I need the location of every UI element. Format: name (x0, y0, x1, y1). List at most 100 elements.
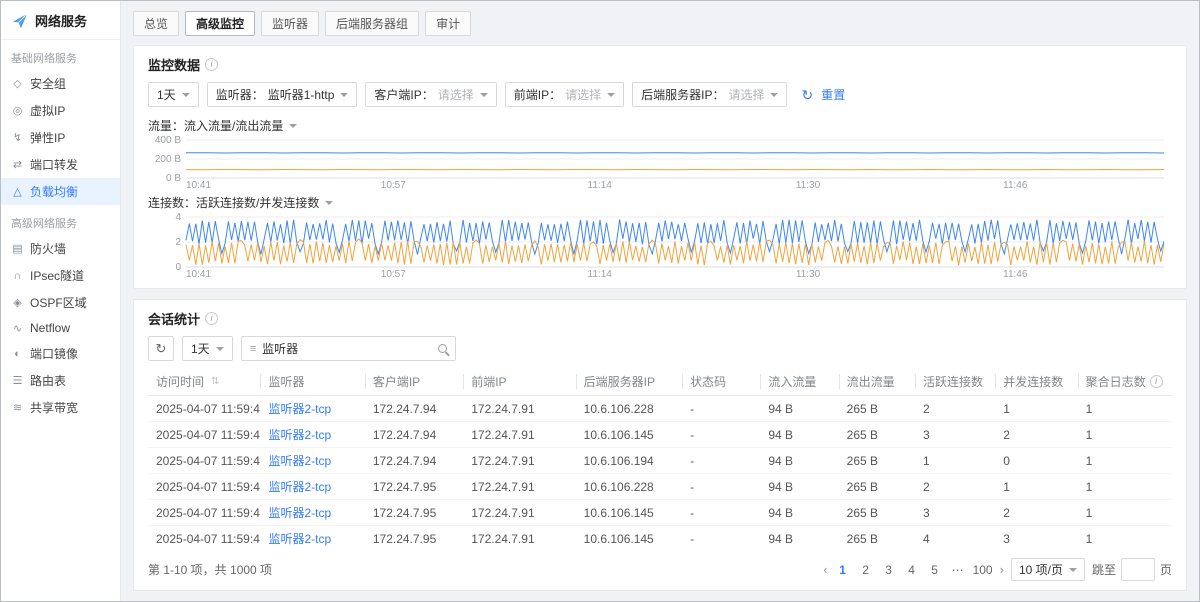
tab-overview[interactable]: 总览 (133, 11, 179, 36)
page-button-2[interactable]: 2 (858, 563, 874, 577)
connection-chart-selector[interactable]: 连接数：活跃连接数/并发连接数 (148, 194, 333, 211)
column-header-client-ip[interactable]: 客户端IP (365, 368, 463, 396)
info-icon[interactable]: i (205, 58, 218, 71)
tab-advanced-monitoring[interactable]: 高级监控 (185, 11, 255, 36)
session-toolbar: ↻ 1天 ≡ 监听器 (148, 336, 1172, 361)
info-icon[interactable]: i (1150, 375, 1163, 388)
session-time-range-select[interactable]: 1天 (182, 336, 233, 361)
next-page-icon[interactable]: › (1000, 562, 1004, 577)
page-ellipsis: ⋯ (950, 563, 966, 577)
listener-link[interactable]: 监听器2-tcp (268, 402, 331, 416)
cell-client-ip: 172.24.7.95 (365, 526, 463, 552)
backend-ip-select[interactable]: 后端服务器IP：请选择 (632, 82, 787, 107)
sidebar-item-ospf-area[interactable]: ◈ OSPF区域 (1, 289, 120, 316)
page-size-select[interactable]: 10 项/页 (1011, 558, 1085, 581)
listener-link[interactable]: 监听器2-tcp (268, 428, 331, 442)
sidebar-item-label: OSPF区域 (30, 294, 87, 311)
table-footer: 第 1-10 项，共 1000 项 ‹ 12345⋯100 › 10 项/页 跳… (148, 551, 1172, 581)
cell-backend-ip: 10.6.106.145 (576, 526, 682, 552)
page-size-value: 10 项/页 (1019, 561, 1063, 578)
frontend-ip-select[interactable]: 前端IP：请选择 (505, 82, 624, 107)
sidebar-item-firewall[interactable]: ▤防火墙 (1, 235, 120, 262)
cell-log-count: 1 (1078, 396, 1172, 422)
info-icon[interactable]: i (205, 312, 218, 325)
monitor-title: 监控数据 (148, 55, 200, 74)
sidebar-item-load-balancing[interactable]: △负载均衡 (1, 178, 120, 205)
refresh-button[interactable]: ↻ (148, 336, 174, 361)
sidebar-item-label: IPsec隧道 (30, 267, 84, 284)
refresh-icon[interactable]: ↻ (801, 88, 813, 102)
svg-text:10:57: 10:57 (381, 269, 406, 279)
sidebar-item-port-forwarding[interactable]: ⇄端口转发 (1, 151, 120, 178)
cell-backend-ip: 10.6.106.228 (576, 474, 682, 500)
client-ip-select-label: 客户端IP： (374, 86, 433, 103)
sidebar-item-ipsec-tunnel[interactable]: ∩IPsec隧道 (1, 262, 120, 289)
sidebar-item-label: 负载均衡 (30, 183, 78, 200)
cell-time: 2025-04-07 11:59:43 (148, 396, 260, 422)
sidebar-item-label: Netflow (30, 321, 70, 335)
tab-listeners[interactable]: 监听器 (261, 11, 319, 36)
page-button-3[interactable]: 3 (881, 563, 897, 577)
sidebar-item-security-group[interactable]: ◇安全组 (1, 70, 120, 97)
column-header-frontend-ip[interactable]: 前端IP (463, 368, 575, 396)
page-button-4[interactable]: 4 (904, 563, 920, 577)
page-button-5[interactable]: 5 (927, 563, 943, 577)
client-ip-select[interactable]: 客户端IP：请选择 (365, 82, 496, 107)
sort-icon[interactable]: ⇅ (211, 376, 219, 387)
ospf-area-icon: ◈ (11, 296, 24, 309)
column-header-status-code[interactable]: 状态码 (682, 368, 760, 396)
cell-in-traffic: 94 B (760, 422, 838, 448)
listener-link[interactable]: 监听器2-tcp (268, 454, 331, 468)
time-range-select[interactable]: 1天 (148, 82, 199, 107)
reset-button[interactable]: 重置 (821, 86, 845, 103)
sidebar-item-port-mirroring[interactable]: ◐端口镜像 (1, 340, 120, 367)
listener-link[interactable]: 监听器2-tcp (268, 532, 331, 546)
prev-page-icon[interactable]: ‹ (823, 562, 827, 577)
cell-out-traffic: 265 B (839, 396, 915, 422)
netflow-icon: ∿ (11, 322, 24, 335)
session-table-wrap: 访问时间⇅监听器客户端IP 前端IP 后端服务器IP状态码流入流量流出流量活跃连接数… (148, 368, 1172, 551)
listener-select[interactable]: 监听器：监听器1-http (207, 82, 358, 107)
listener-link[interactable]: 监听器2-tcp (268, 480, 331, 494)
cell-status-code: - (682, 474, 760, 500)
sidebar-item-routing-table[interactable]: ☰路由表 (1, 367, 120, 394)
table-row: 2025-04-07 11:59:43监听器2-tcp172.24.7.9417… (148, 422, 1172, 448)
sidebar-item-netflow[interactable]: ∿ Netflow (1, 316, 120, 340)
svg-text:400 B: 400 B (155, 136, 181, 146)
tab-backend-server-groups[interactable]: 后端服务器组 (325, 11, 419, 36)
sidebar-item-virtual-ip[interactable]: ◎虚拟IP (1, 97, 120, 124)
traffic-chart-selector[interactable]: 流量：流入流量/流出流量 (148, 117, 297, 134)
search-field-value: 监听器 (262, 340, 298, 357)
column-header-out-traffic[interactable]: 流出流量 (839, 368, 915, 396)
chevron-down-icon (216, 347, 224, 351)
column-header-log-count[interactable]: 聚合日志数i (1078, 368, 1172, 396)
page-button-1[interactable]: 1 (835, 563, 851, 577)
cell-out-traffic: 265 B (839, 474, 915, 500)
backend-ip-placeholder: 请选择 (728, 86, 764, 103)
sidebar-item-label: 防火墙 (30, 240, 66, 257)
svg-text:0: 0 (175, 262, 181, 273)
column-header-active-conn[interactable]: 活跃连接数 (915, 368, 995, 396)
column-header-listener[interactable]: 监听器 (260, 368, 364, 396)
search-icon[interactable] (438, 344, 447, 353)
cell-time: 2025-04-07 11:59:42 (148, 526, 260, 552)
listener-link[interactable]: 监听器2-tcp (268, 506, 331, 520)
column-header-concurrent-conn[interactable]: 并发连接数 (995, 368, 1077, 396)
svg-text:11:14: 11:14 (588, 269, 613, 279)
sidebar-item-elastic-ip[interactable]: ↯弹性IP (1, 124, 120, 151)
column-header-time[interactable]: 访问时间⇅ (148, 368, 260, 396)
cell-in-traffic: 94 B (760, 448, 838, 474)
jump-page-input[interactable] (1121, 558, 1155, 581)
page-button-100[interactable]: 100 (973, 563, 993, 577)
cell-concurrent-conn: 1 (995, 474, 1077, 500)
chevron-down-icon (1069, 568, 1077, 572)
search-input[interactable]: ≡ 监听器 (241, 336, 456, 361)
column-header-in-traffic[interactable]: 流入流量 (760, 368, 838, 396)
sidebar-item-label: 端口转发 (30, 156, 78, 173)
column-header-backend-ip[interactable]: 后端服务器IP (576, 368, 682, 396)
tab-audit[interactable]: 审计 (425, 11, 471, 36)
sidebar-item-shared-bandwidth[interactable]: ≋共享带宽 (1, 394, 120, 421)
column-header-label: 前端IP (471, 373, 506, 390)
cell-frontend-ip: 172.24.7.91 (463, 422, 575, 448)
cell-listener: 监听器2-tcp (260, 500, 364, 526)
